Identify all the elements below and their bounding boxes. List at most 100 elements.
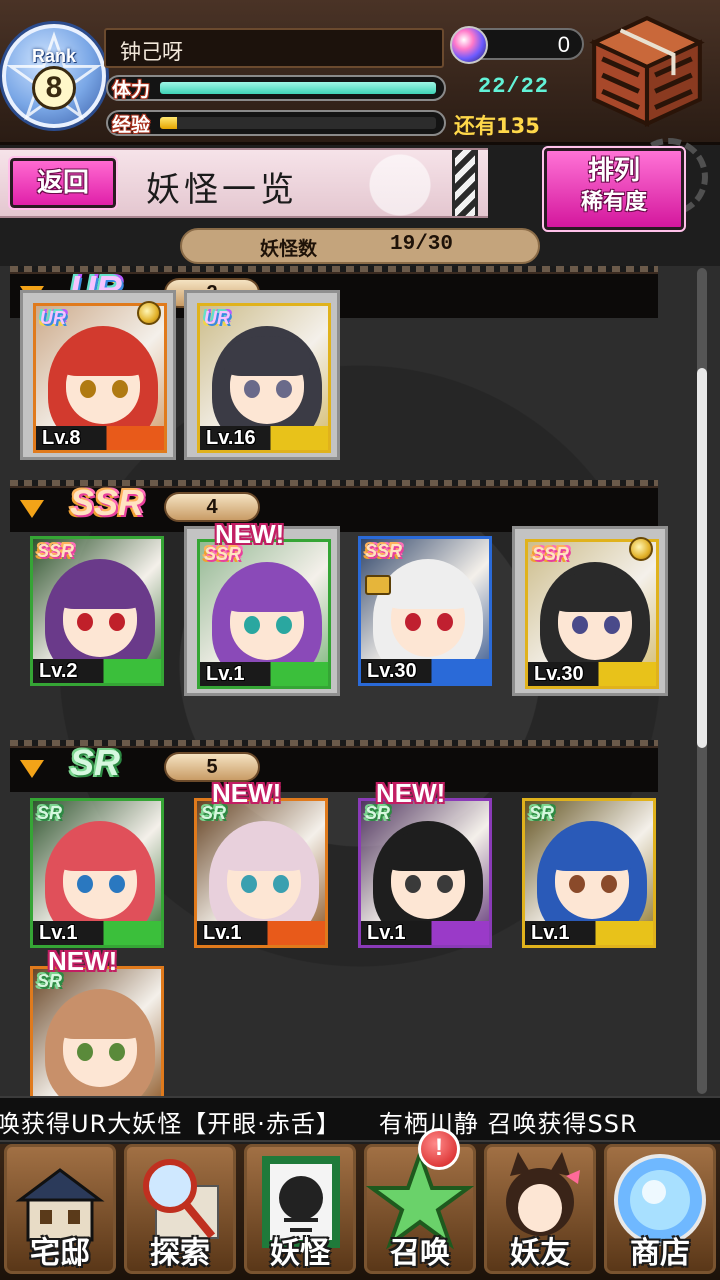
- gem-counter[interactable]: 0: [450, 26, 584, 64]
- yokai-count-label: 妖怪数: [260, 238, 318, 260]
- yokai-count-bar: 妖怪数 19/30: [180, 228, 540, 264]
- exp-fill: [160, 117, 177, 129]
- yokai-list[interactable]: UR2URLv.8URLv.16SSR4SSRLv.2SSRLv.1NEW!SS…: [0, 266, 720, 1096]
- section-header-ssr[interactable]: SSR 4: [10, 480, 658, 532]
- news-ticker: 唤获得UR大妖怪【开眼·赤舌】 有栖川静 召唤获得SSR: [0, 1096, 720, 1142]
- yokai-card[interactable]: SR Lv.1: [194, 798, 328, 948]
- stamina-value: 22/22: [478, 74, 550, 99]
- scrollbar-thumb[interactable]: [697, 368, 707, 748]
- yokai-card-slot[interactable]: UR Lv.8: [20, 290, 176, 460]
- card-level: Lv.30: [534, 663, 584, 685]
- nav-friends[interactable]: 妖友: [480, 1144, 600, 1280]
- collapse-triangle-icon[interactable]: [20, 500, 44, 518]
- nav-label: 妖友: [510, 1236, 570, 1271]
- new-badge: NEW!: [376, 778, 446, 808]
- nav-mansion[interactable]: 宅邸: [0, 1144, 120, 1280]
- yokai-card[interactable]: SR Lv.1: [358, 798, 492, 948]
- yokai-card[interactable]: UR Lv.16: [197, 303, 331, 453]
- title-decoration: [452, 150, 478, 216]
- medal-icon: [629, 537, 653, 561]
- card-level: Lv.1: [367, 922, 406, 944]
- yokai-card-slot[interactable]: SR Lv.1 NEW!: [348, 778, 504, 958]
- bottom-nav: 宅邸 探索 妖怪 召唤 妖友 商店: [0, 1144, 720, 1280]
- new-badge: NEW!: [215, 519, 285, 549]
- nav-summon[interactable]: 召唤: [360, 1144, 480, 1280]
- portrait-eye: [405, 613, 421, 631]
- ticker-text: 唤获得UR大妖怪【开眼·赤舌】 有栖川静 召唤获得SSR: [0, 1110, 638, 1138]
- gem-count: 0: [557, 32, 570, 57]
- yokai-card-slot[interactable]: SSR Lv.30: [512, 526, 668, 696]
- portrait-eye: [437, 613, 453, 631]
- yokai-card[interactable]: SR: [30, 966, 164, 1096]
- treasure-chest-icon[interactable]: [586, 12, 708, 130]
- back-button[interactable]: 返回: [8, 156, 118, 210]
- stamina-track: [160, 82, 436, 94]
- yokai-card[interactable]: UR Lv.8: [33, 303, 167, 453]
- portrait-eye: [601, 875, 617, 893]
- exp-track: [160, 117, 436, 129]
- collapse-triangle-icon[interactable]: [20, 760, 44, 778]
- portrait-fringe: [549, 831, 635, 871]
- yokai-card[interactable]: SR Lv.1: [30, 798, 164, 948]
- yokai-card[interactable]: SR Lv.1: [522, 798, 656, 948]
- portrait-fringe: [385, 831, 471, 871]
- stamina-label: 体力: [112, 79, 151, 101]
- yokai-card[interactable]: SSR Lv.30: [525, 539, 659, 689]
- scrollbar[interactable]: [697, 268, 707, 1094]
- portrait-eye: [405, 875, 421, 893]
- yokai-card-slot[interactable]: SSR Lv.30: [348, 526, 504, 696]
- portrait-fringe: [224, 336, 310, 376]
- sort-button-value: 稀有度: [580, 190, 647, 215]
- card-level: Lv.1: [531, 922, 570, 944]
- card-rarity-tag: UR: [40, 308, 66, 328]
- yokai-card-slot[interactable]: SR Lv.1: [512, 788, 668, 958]
- card-rarity-tag: SR: [37, 803, 63, 823]
- lock-icon: [365, 575, 391, 595]
- card-level: Lv.8: [42, 427, 81, 449]
- portrait-fringe: [57, 569, 143, 609]
- section-count: 5: [206, 756, 218, 778]
- nav-yokai[interactable]: 妖怪: [240, 1144, 360, 1280]
- yokai-card-slot[interactable]: SR Lv.1: [20, 788, 176, 958]
- sort-button[interactable]: 排列 稀有度: [542, 146, 686, 232]
- portrait-fringe: [221, 831, 307, 871]
- back-button-label: 返回: [36, 168, 89, 198]
- rank-badge[interactable]: Rank 8: [2, 24, 106, 128]
- title-bar: 返回 妖怪一览: [0, 148, 488, 218]
- portrait-eye: [276, 380, 292, 398]
- portrait-eye: [77, 1043, 93, 1061]
- yokai-card[interactable]: SSR Lv.2: [30, 536, 164, 686]
- exp-gauge: 经验: [106, 110, 446, 136]
- yokai-count-value: 19/30: [390, 233, 454, 256]
- alert-mark: !: [435, 1134, 443, 1161]
- new-badge: NEW!: [48, 946, 118, 976]
- yokai-card-slot[interactable]: SSR Lv.1 NEW!: [184, 519, 340, 696]
- yokai-card-slot[interactable]: UR Lv.16: [184, 290, 340, 460]
- portrait-fringe: [57, 999, 143, 1039]
- portrait-eye: [80, 380, 96, 398]
- yokai-card-slot[interactable]: SR NEW!: [20, 946, 176, 1096]
- card-rarity-tag: SR: [529, 803, 555, 823]
- nav-label: 探索: [150, 1236, 210, 1271]
- nav-explore[interactable]: 探索: [120, 1144, 240, 1280]
- yokai-card[interactable]: SSR Lv.30: [358, 536, 492, 686]
- nav-label: 妖怪: [270, 1236, 330, 1271]
- portrait-fringe: [57, 831, 143, 871]
- card-level: Lv.1: [39, 922, 78, 944]
- portrait-fringe: [552, 572, 638, 612]
- page-title: 妖怪一览: [146, 170, 298, 210]
- section-count: 4: [206, 496, 218, 518]
- card-rarity-tag: SSR: [532, 544, 570, 564]
- yokai-card[interactable]: SSR Lv.1: [197, 539, 331, 689]
- yokai-card-slot[interactable]: SSR Lv.2: [20, 526, 176, 696]
- portrait-eye: [273, 875, 289, 893]
- portrait-eye: [77, 875, 93, 893]
- rank-label: Rank: [31, 46, 76, 66]
- medal-icon: [137, 301, 161, 325]
- nav-shop[interactable]: 商店: [600, 1144, 720, 1280]
- portrait-eye: [569, 875, 585, 893]
- section-header-sr[interactable]: SR 5: [10, 740, 658, 792]
- stamina-fill: [160, 82, 436, 94]
- yokai-card-slot[interactable]: SR Lv.1 NEW!: [184, 778, 340, 958]
- card-rarity-tag: SSR: [37, 541, 75, 561]
